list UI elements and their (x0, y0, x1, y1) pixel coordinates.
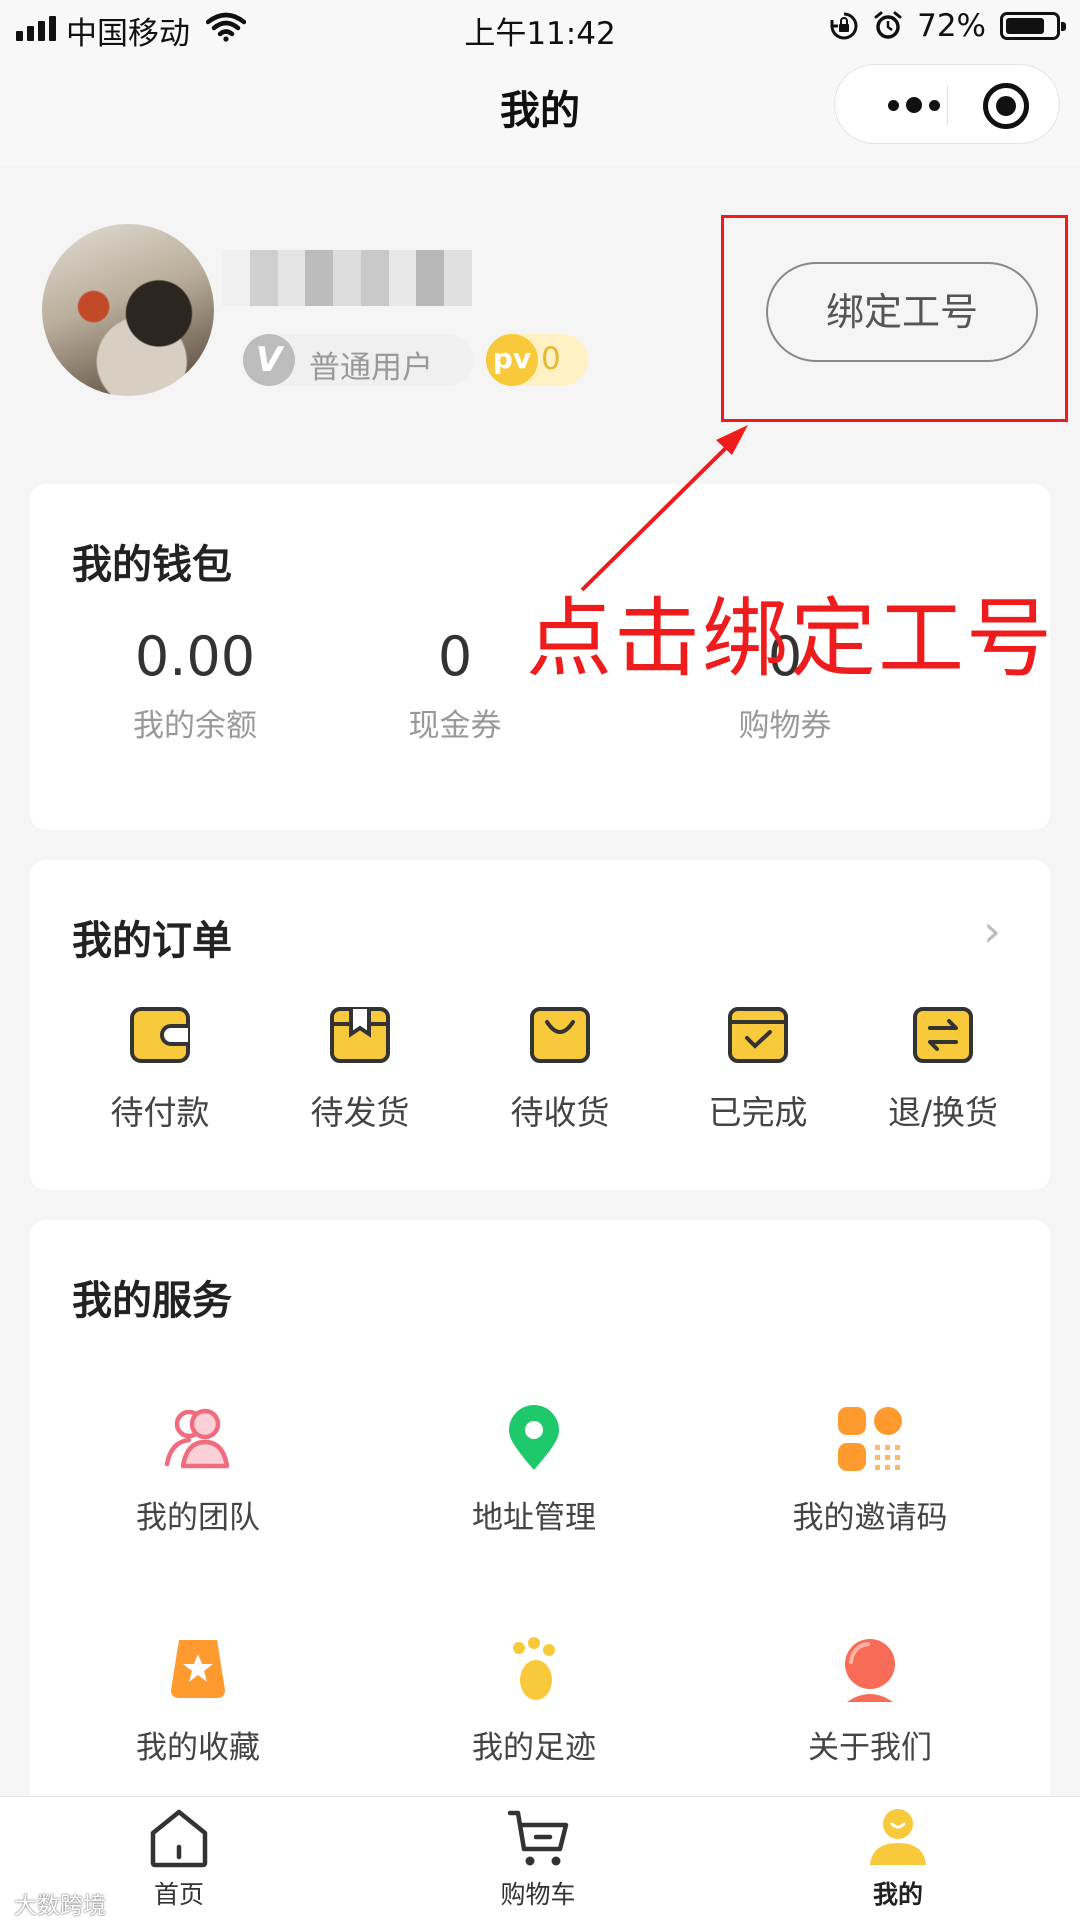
order-label: 已完成 (708, 1093, 808, 1132)
tab-label: 首页 (153, 1880, 204, 1909)
watermark: 大数跨境 (14, 1893, 106, 1919)
shopping-coupon-label: 购物券 (738, 708, 832, 744)
tab-label: 购物车 (500, 1880, 576, 1909)
orders-title: 我的订单 (72, 918, 232, 964)
pv-value: 0 (541, 341, 561, 377)
tab-home[interactable]: 首页 (79, 1807, 279, 1911)
tab-cart[interactable]: 购物车 (438, 1807, 638, 1911)
pv-icon: pv (486, 334, 538, 386)
location-pin-icon (509, 1405, 559, 1470)
star-icon (171, 1640, 225, 1698)
order-pending-payment[interactable]: 待付款 (65, 1006, 255, 1134)
package-icon (330, 1007, 390, 1063)
shopping-bag-icon (530, 1007, 590, 1063)
top-bar: 中国移动 上午11:42 72% 我的 (0, 0, 1080, 166)
user-level-badge: V 普通用户 (243, 334, 473, 386)
cash-coupon-label: 现金券 (408, 708, 502, 744)
status-right: 72% (829, 8, 1066, 44)
order-pending-receipt[interactable]: 待收货 (465, 1006, 655, 1134)
service-label: 地址管理 (472, 1500, 596, 1536)
annotation-text: 点击绑定工号 (526, 589, 1054, 689)
tab-mine[interactable]: 我的 (798, 1807, 998, 1911)
order-label: 待发货 (310, 1093, 410, 1132)
service-label: 我的团队 (136, 1500, 260, 1536)
service-about-us[interactable]: 关于我们 (720, 1634, 1020, 1767)
user-icon (870, 1809, 926, 1865)
wallet-title: 我的钱包 (72, 542, 232, 588)
team-icon (164, 1408, 230, 1469)
service-label: 我的收藏 (136, 1730, 260, 1766)
info-icon (845, 1639, 895, 1702)
battery-percent: 72% (917, 8, 986, 44)
service-footprints[interactable]: 我的足迹 (384, 1634, 684, 1767)
battery-icon (1000, 12, 1066, 40)
wallet-icon (130, 1007, 190, 1063)
tab-bar: 首页 购物车 我的 (0, 1796, 1080, 1920)
capsule-divider (947, 85, 948, 125)
service-label: 关于我们 (808, 1730, 932, 1766)
mini-program-capsule (834, 64, 1060, 144)
rotation-lock-icon (830, 12, 858, 40)
more-options-icon[interactable] (869, 89, 959, 121)
order-completed[interactable]: 已完成 (663, 1006, 853, 1134)
username-blurred (222, 250, 473, 306)
order-pending-shipment[interactable]: 待发货 (265, 1006, 455, 1134)
order-label: 待收货 (510, 1093, 610, 1132)
pv-badge: pv 0 (486, 334, 588, 386)
vip-icon: V (243, 334, 295, 386)
tab-label: 我的 (872, 1880, 923, 1909)
check-box-icon (728, 1007, 788, 1063)
cart-icon (507, 1810, 569, 1866)
service-address[interactable]: 地址管理 (384, 1404, 684, 1537)
exchange-icon (913, 1007, 973, 1063)
page: 中国移动 上午11:42 72% 我的 V 普通用户 pv 0 绑定工号 我的钱… (0, 0, 1080, 1920)
user-level-label: 普通用户 (309, 350, 433, 386)
service-invite-code[interactable]: 我的邀请码 (720, 1404, 1020, 1537)
close-program-icon[interactable] (983, 83, 1029, 129)
qr-code-icon (838, 1407, 902, 1471)
home-icon (150, 1809, 208, 1868)
services-card: 我的服务 我的团队 地址管理 我的邀请码 我的收藏 我的足迹 关于我们 (30, 1220, 1050, 1820)
chevron-right-icon[interactable]: › (972, 910, 1012, 954)
service-label: 我的足迹 (472, 1730, 596, 1766)
service-my-team[interactable]: 我的团队 (48, 1404, 348, 1537)
alarm-icon (874, 11, 902, 39)
status-bar: 中国移动 上午11:42 72% (0, 0, 1080, 54)
orders-card: 我的订单 › 待付款 待发货 待收货 已完成 退/换货 (30, 860, 1050, 1190)
bind-employee-id-button[interactable]: 绑定工号 (766, 262, 1038, 362)
service-favorites[interactable]: 我的收藏 (48, 1634, 348, 1767)
order-label: 退/换货 (887, 1093, 999, 1132)
order-return-exchange[interactable]: 退/换货 (848, 1006, 1038, 1134)
order-label: 待付款 (110, 1093, 210, 1132)
service-label: 我的邀请码 (792, 1500, 948, 1536)
footprint-icon (513, 1637, 555, 1700)
services-title: 我的服务 (72, 1278, 232, 1324)
avatar[interactable] (42, 224, 214, 396)
